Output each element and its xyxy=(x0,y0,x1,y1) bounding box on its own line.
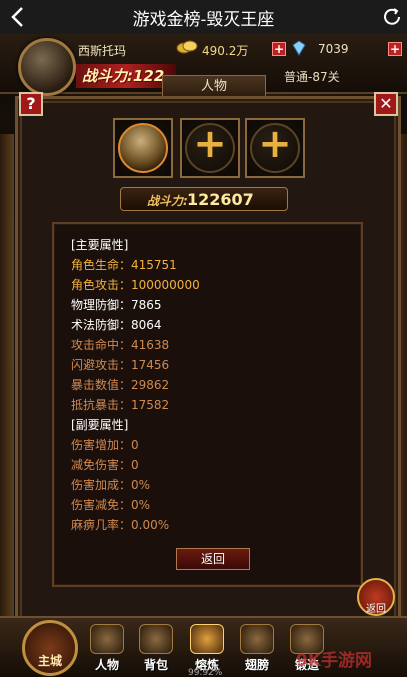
stat-damage-increase: 伤害增加：0 xyxy=(71,438,139,452)
menu-label: 人物 xyxy=(94,658,119,672)
help-button[interactable]: ? xyxy=(19,92,43,116)
combat-power-banner: 战斗力:122 xyxy=(76,64,176,88)
back-button[interactable]: 返回 xyxy=(176,548,250,570)
back-arrow-icon[interactable] xyxy=(6,4,30,30)
stat-dodge: 闪避攻击：17456 xyxy=(71,358,170,372)
character-icon xyxy=(90,624,124,654)
stat-damage-mitigation: 伤害减免：0% xyxy=(71,498,151,512)
add-diamond-button[interactable]: + xyxy=(388,42,402,56)
site-watermark: 9K手游网 xyxy=(296,651,373,671)
bag-icon xyxy=(139,624,173,654)
gold-coin-icon xyxy=(176,40,198,54)
combat-power-bar: 战斗力: 122607 xyxy=(120,187,288,211)
empty-slot-2[interactable]: + xyxy=(245,118,305,178)
diamond-icon xyxy=(292,40,306,56)
stat-magic-defense: 术法防御：8064 xyxy=(71,318,162,332)
secondary-attributes-header: [副要属性] xyxy=(71,418,129,432)
smelt-icon xyxy=(190,624,224,654)
attribute-list: [主要属性] 角色生命：415751 角色攻击：100000000 物理防御：7… xyxy=(52,222,363,587)
top-nav: 游戏金榜-毁灭王座 xyxy=(0,0,407,34)
stat-paralysis-chance: 麻痹几率：0.00% xyxy=(71,518,170,532)
stat-crit-resist: 抵抗暴击：17582 xyxy=(71,398,170,412)
game-viewport: 西斯托玛 490.2万 + 7039 + 战斗力:122 人物 普通-87关 ?… xyxy=(0,34,407,677)
stat-hit: 攻击命中：41638 xyxy=(71,338,170,352)
combat-power-label: 战斗力: xyxy=(147,194,188,208)
close-button[interactable]: ✕ xyxy=(374,92,398,116)
main-attributes-header: [主要属性] xyxy=(71,238,129,252)
menu-label: 背包 xyxy=(143,658,168,672)
add-gold-button[interactable]: + xyxy=(272,42,286,56)
stat-physical-defense: 物理防御：7865 xyxy=(71,298,162,312)
stage-label: 普通-87关 xyxy=(284,70,340,84)
load-progress-text: 99.92% xyxy=(188,668,223,677)
plus-icon: + xyxy=(193,121,227,167)
player-avatar[interactable] xyxy=(18,38,76,96)
plus-icon: + xyxy=(258,121,292,167)
empty-slot-1[interactable]: + xyxy=(180,118,240,178)
stat-damage-reduction: 减免伤害：0 xyxy=(71,458,139,472)
menu-character-button[interactable]: 人物 xyxy=(84,624,130,674)
return-button[interactable]: 返回 xyxy=(357,578,395,616)
stat-hp: 角色生命：415751 xyxy=(71,258,177,272)
menu-label: 翅膀 xyxy=(244,658,269,672)
main-city-button[interactable]: 主城 xyxy=(22,620,78,676)
stat-attack: 角色攻击：100000000 xyxy=(71,278,200,292)
player-hud: 西斯托玛 490.2万 + 7039 + 战斗力:122 人物 普通-87关 xyxy=(0,34,407,99)
player-name: 西斯托玛 xyxy=(78,44,127,58)
menu-smelt-button[interactable]: 熔炼 xyxy=(184,624,230,674)
stat-damage-bonus: 伤害加成：0% xyxy=(71,478,151,492)
gold-amount: 490.2万 xyxy=(202,44,249,58)
wings-icon xyxy=(240,624,274,654)
main-city-label: 主城 xyxy=(37,654,62,668)
diamond-amount: 7039 xyxy=(318,42,349,56)
left-frame-decoration xyxy=(0,134,14,654)
refresh-icon[interactable] xyxy=(381,6,403,28)
page-title: 游戏金榜-毁灭王座 xyxy=(132,9,275,29)
menu-wings-button[interactable]: 翅膀 xyxy=(234,624,280,674)
menu-bag-button[interactable]: 背包 xyxy=(133,624,179,674)
stat-crit: 暴击数值：29862 xyxy=(71,378,170,392)
combat-power-value: 122607 xyxy=(187,190,254,209)
hero-portrait xyxy=(118,123,168,173)
hero-slot[interactable] xyxy=(113,118,173,178)
